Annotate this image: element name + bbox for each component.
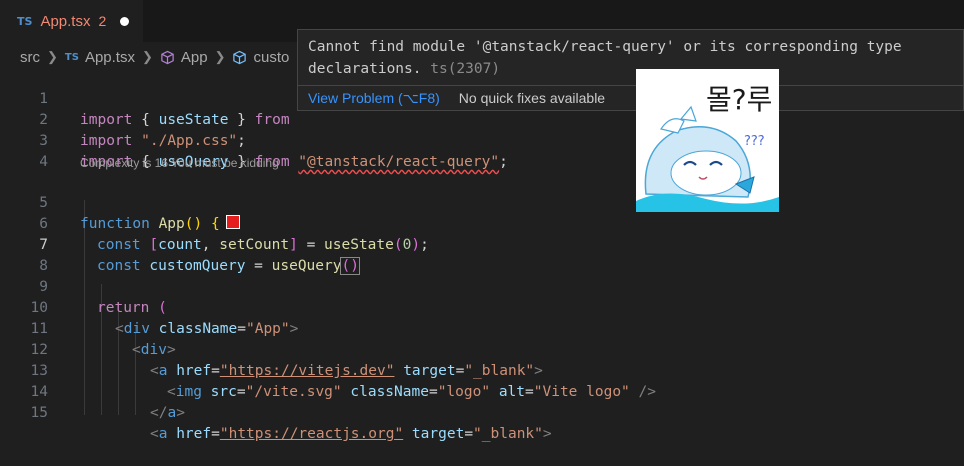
code-line: 11 <div>: [0, 298, 964, 358]
divider: [298, 85, 964, 86]
symbol-function-cube-icon: [161, 50, 174, 64]
code-line: 14 </a>: [0, 361, 964, 421]
code-line: 7 const customQuery = useQuery(): [0, 214, 964, 275]
code-line: 15 <a href="https://reactjs.org" target=…: [0, 382, 964, 442]
line-number: 15: [30, 405, 48, 421]
sticker-question-marks: ???: [744, 134, 765, 149]
error-module-specifier[interactable]: "@tanstack/react-query": [298, 154, 499, 170]
code-line: 6 const [count, setCount] = useState(0);: [0, 193, 964, 253]
symbol-variable-icon: [233, 50, 247, 64]
tab-app-tsx[interactable]: TS App.tsx 2: [0, 0, 143, 42]
breadcrumb-folder[interactable]: src: [20, 49, 40, 66]
code-line: 9 return (: [0, 256, 964, 316]
code-line: 10 <div className="App">: [0, 277, 964, 337]
error-hover-tooltip: Cannot find module '@tanstack/react-quer…: [297, 29, 964, 111]
code-line: 3 import { useQuery } from "@tanstack/re…: [0, 110, 964, 170]
chevron-right-icon: ❯: [214, 49, 226, 64]
typescript-file-icon: TS: [64, 51, 79, 63]
sticker-caption: 몰?루: [706, 83, 772, 116]
codelens-complexity[interactable]: Complexity is 16 You must be kidding: [80, 154, 279, 172]
breadcrumb-file[interactable]: App.tsx: [85, 49, 135, 66]
problem-count-badge: 2: [98, 13, 107, 29]
error-message: Cannot find module '@tanstack/react-quer…: [308, 39, 902, 77]
code-line: 8: [0, 235, 964, 274]
code-line: 5 function App() {: [0, 172, 964, 232]
chevron-right-icon: ❯: [141, 49, 153, 64]
tab-title: App.tsx: [40, 12, 91, 30]
code-editor[interactable]: 1 import { useState } from 2 import "./A…: [0, 68, 964, 442]
error-code: ts(2307): [430, 61, 501, 77]
no-quick-fixes-label: No quick fixes available: [458, 90, 606, 106]
hover-message: Cannot find module '@tanstack/react-quer…: [308, 36, 948, 80]
breadcrumb-component[interactable]: App: [181, 49, 208, 66]
chevron-right-icon: ❯: [47, 49, 58, 64]
unsaved-dot-icon[interactable]: [120, 16, 130, 26]
link-reactjs[interactable]: "https://reactjs.org": [220, 426, 403, 442]
line-number: 4: [39, 154, 48, 170]
code-line: 4: [0, 131, 964, 170]
sticker-image: 몰?루 ???: [636, 69, 779, 212]
code-line: 12 <a href="https://vitejs.dev" target="…: [0, 319, 964, 379]
typescript-file-icon: TS: [17, 14, 33, 28]
code-line: 13 <img src="/vite.svg" className="logo"…: [0, 340, 964, 400]
breadcrumb-symbol[interactable]: custo: [253, 49, 289, 66]
hover-actions: View Problem (⌥F8) No quick fixes availa…: [308, 90, 605, 107]
view-problem-link[interactable]: View Problem (⌥F8): [308, 90, 440, 107]
chibi-character-sticker: 몰?루 ???: [636, 69, 779, 212]
